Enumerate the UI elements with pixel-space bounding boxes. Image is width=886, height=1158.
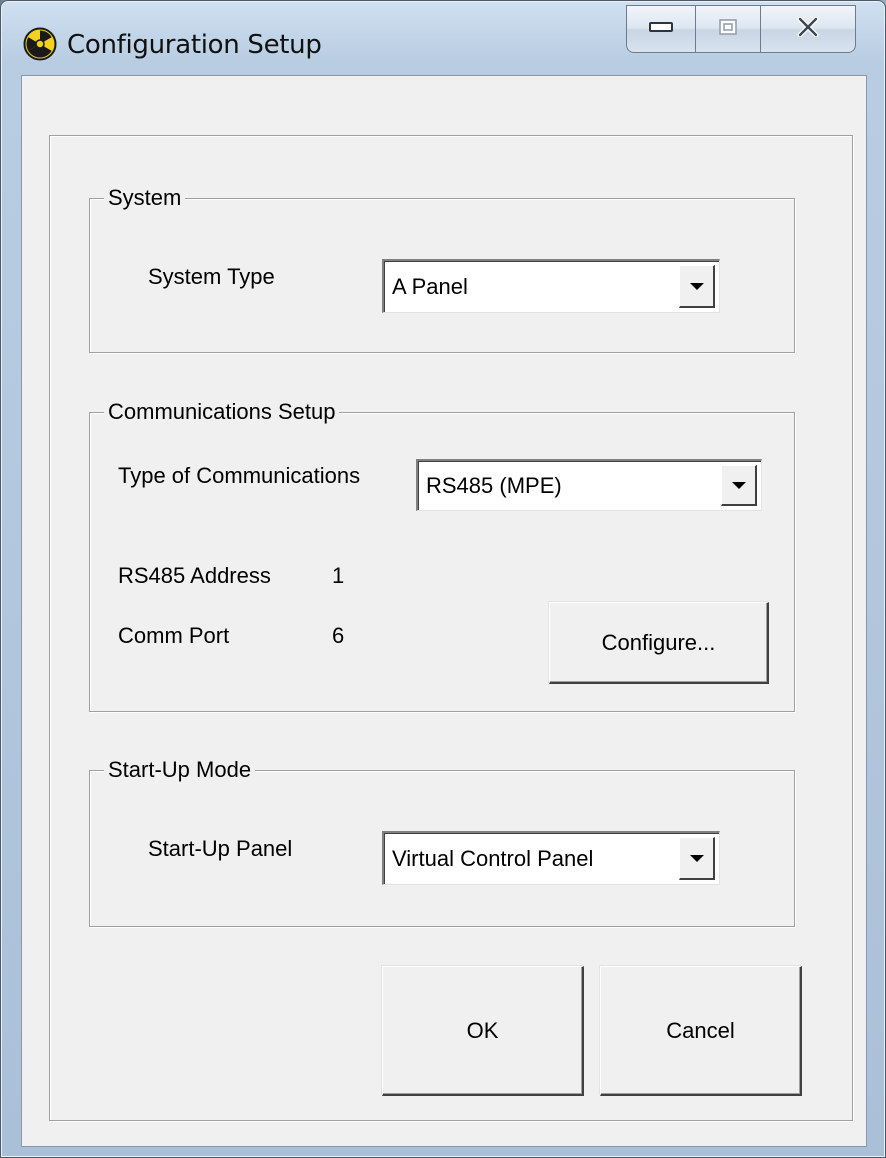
communications-group-title: Communications Setup xyxy=(104,398,340,426)
system-group: System System Type A Panel xyxy=(89,184,795,353)
start-up-mode-group-title: Start-Up Mode xyxy=(104,756,256,784)
configuration-setup-window: Configuration Setup System System Type A… xyxy=(0,0,886,1158)
system-type-dropdown-button[interactable] xyxy=(679,265,715,308)
start-up-panel-label: Start-Up Panel xyxy=(148,836,293,861)
window-title: Configuration Setup xyxy=(67,30,322,60)
type-of-communications-label: Type of Communications xyxy=(118,463,361,488)
maximize-button[interactable] xyxy=(695,5,761,53)
system-type-value: A Panel xyxy=(392,273,468,299)
system-group-title: System xyxy=(104,184,186,212)
cancel-button[interactable]: Cancel xyxy=(600,966,802,1096)
chevron-down-icon xyxy=(689,854,704,862)
start-up-panel-value: Virtual Control Panel xyxy=(392,845,594,871)
communications-type-dropdown-button[interactable] xyxy=(721,465,757,506)
ok-button[interactable]: OK xyxy=(382,966,584,1096)
start-up-panel-dropdown[interactable]: Virtual Control Panel xyxy=(382,831,720,885)
dialog-client-area: System System Type A Panel Communication… xyxy=(21,75,867,1147)
comm-port-label: Comm Port xyxy=(118,623,230,648)
communications-type-dropdown[interactable]: RS485 (MPE) xyxy=(416,459,762,511)
radiation-icon xyxy=(23,27,57,61)
start-up-panel-dropdown-button[interactable] xyxy=(679,837,715,880)
communications-type-value: RS485 (MPE) xyxy=(426,472,562,498)
rs485-address-value: 1 xyxy=(332,563,345,588)
system-type-dropdown[interactable]: A Panel xyxy=(382,259,720,313)
system-type-label: System Type xyxy=(148,264,275,289)
minimize-button[interactable] xyxy=(626,5,696,53)
comm-port-value: 6 xyxy=(332,623,345,648)
content-frame: System System Type A Panel Communication… xyxy=(49,135,853,1121)
maximize-icon xyxy=(719,18,737,40)
configure-button[interactable]: Configure... xyxy=(549,602,769,684)
close-button[interactable] xyxy=(760,5,856,53)
start-up-mode-group: Start-Up Mode Start-Up Panel Virtual Con… xyxy=(89,756,795,927)
communications-setup-group: Communications Setup Type of Communicati… xyxy=(89,398,795,712)
title-bar[interactable]: Configuration Setup xyxy=(1,1,885,77)
chevron-down-icon xyxy=(731,481,746,489)
chevron-down-icon xyxy=(689,282,704,290)
minimize-icon xyxy=(649,20,673,38)
rs485-address-label: RS485 Address xyxy=(118,563,271,588)
close-icon xyxy=(797,16,819,42)
caption-buttons xyxy=(626,5,856,53)
